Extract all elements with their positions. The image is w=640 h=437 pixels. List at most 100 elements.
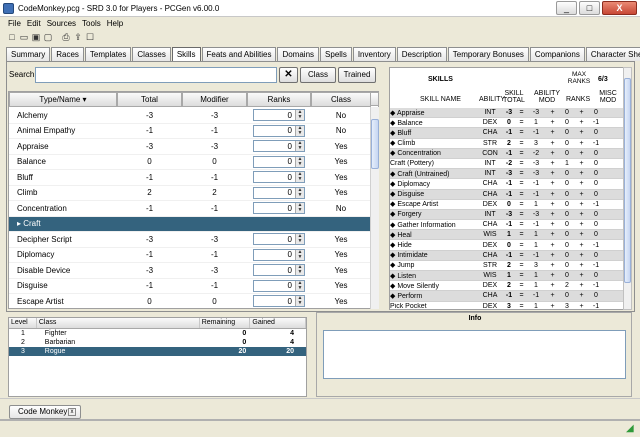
skills-scroll-thumb[interactable] bbox=[371, 119, 379, 169]
tab-races[interactable]: Races bbox=[51, 47, 84, 61]
col-modifier[interactable]: Modifier bbox=[182, 92, 247, 107]
stepper-arrows-icon[interactable]: ▲ ▼ bbox=[295, 125, 304, 136]
sheet-skill-name: ◆ Move Silently bbox=[390, 282, 439, 290]
col-level[interactable]: Level bbox=[9, 318, 37, 328]
table-row[interactable]: Concentration -1 -1 0 ▲ ▼ No bbox=[9, 201, 371, 217]
menu-sources[interactable]: Sources bbox=[47, 19, 76, 28]
col-total[interactable]: Total bbox=[117, 92, 182, 107]
sheet-row: ◆ Heal WIS 1 = 1 +0 +0 bbox=[390, 230, 625, 241]
stepper-arrows-icon[interactable]: ▲ ▼ bbox=[295, 249, 304, 260]
col-gained[interactable]: Gained bbox=[250, 318, 306, 328]
ranks-stepper[interactable]: 0 ▲ ▼ bbox=[253, 295, 305, 308]
ranks-stepper[interactable]: 0 ▲ ▼ bbox=[253, 124, 305, 137]
sheet-row: ◆ Craft (Untrained) INT -3 = -3 +0 +0 bbox=[390, 169, 625, 180]
ranks-stepper[interactable]: 0 ▲ ▼ bbox=[253, 202, 305, 215]
stepper-arrows-icon[interactable]: ▲ ▼ bbox=[295, 172, 304, 183]
sheet-misc: -1 bbox=[592, 119, 600, 127]
menu-help[interactable]: Help bbox=[107, 19, 123, 28]
close-character-icon[interactable]: x bbox=[68, 408, 76, 416]
table-row[interactable]: Diplomacy -1 -1 0 ▲ ▼ Yes bbox=[9, 247, 371, 263]
tab-inventory[interactable]: Inventory bbox=[352, 47, 396, 61]
sheet-misc: 0 bbox=[594, 210, 598, 218]
stepper-arrows-icon[interactable]: ▲ ▼ bbox=[295, 265, 304, 276]
stepper-arrows-icon[interactable]: ▲ ▼ bbox=[295, 187, 304, 198]
new-icon[interactable]: □ bbox=[7, 32, 17, 42]
table-corner-button[interactable] bbox=[370, 92, 379, 106]
skills-scrollbar[interactable] bbox=[370, 107, 379, 309]
ranks-stepper[interactable]: 0 ▲ ▼ bbox=[253, 279, 305, 292]
sheet-scrollbar[interactable] bbox=[623, 67, 632, 310]
ranks-stepper[interactable]: 0 ▲ ▼ bbox=[253, 109, 305, 122]
class-filter-button[interactable]: Class bbox=[300, 67, 336, 83]
ranks-stepper[interactable]: 0 ▲ ▼ bbox=[253, 248, 305, 261]
sheet-scroll-thumb[interactable] bbox=[624, 78, 631, 283]
tab-feats[interactable]: Feats and Abilities bbox=[201, 47, 277, 61]
table-row[interactable]: Decipher Script -3 -3 0 ▲ ▼ Yes bbox=[9, 232, 371, 248]
party-icon[interactable]: ☐ bbox=[85, 32, 95, 42]
tab-domains[interactable]: Domains bbox=[277, 47, 320, 61]
clear-search-button[interactable]: ✕ bbox=[279, 67, 298, 83]
main-tabs: Summary Races Templates Classes Skills F… bbox=[6, 47, 640, 61]
table-row[interactable]: Balance 0 0 0 ▲ ▼ Yes bbox=[9, 154, 371, 170]
tab-character-sheet[interactable]: Character Sheet bbox=[585, 47, 640, 61]
close-file-icon[interactable]: ▢ bbox=[43, 32, 53, 42]
col-type-name[interactable]: Type/Name ▾ bbox=[9, 92, 117, 107]
col-class[interactable]: Class bbox=[311, 92, 371, 107]
maximize-button[interactable]: □ bbox=[579, 1, 600, 15]
skill-name: Balance bbox=[17, 157, 46, 167]
table-row[interactable]: Appraise -3 -3 0 ▲ ▼ Yes bbox=[9, 139, 371, 155]
stepper-arrows-icon[interactable]: ▲ ▼ bbox=[295, 203, 304, 214]
tab-skills[interactable]: Skills bbox=[171, 47, 201, 61]
menu-file[interactable]: File bbox=[8, 19, 21, 28]
sheet-ability: CHA bbox=[482, 292, 498, 300]
menu-edit[interactable]: Edit bbox=[27, 19, 41, 28]
ranks-stepper[interactable]: 0 ▲ ▼ bbox=[253, 264, 305, 277]
stepper-arrows-icon[interactable]: ▲ ▼ bbox=[295, 296, 304, 307]
table-row[interactable]: ▸ Craft bbox=[9, 216, 371, 232]
tab-spells[interactable]: Spells bbox=[320, 47, 352, 61]
character-tab[interactable]: Code Monkey x bbox=[9, 405, 81, 419]
open-icon[interactable]: ▭ bbox=[19, 32, 29, 42]
table-row[interactable]: Climb 2 2 0 ▲ ▼ Yes bbox=[9, 185, 371, 201]
tab-temporary-bonuses[interactable]: Temporary Bonuses bbox=[447, 47, 529, 61]
level-row[interactable]: 3 Rogue 20 20 bbox=[9, 347, 306, 356]
resize-grip-icon[interactable]: ◢ bbox=[626, 424, 638, 436]
col-level-class[interactable]: Class bbox=[37, 318, 200, 328]
tab-summary[interactable]: Summary bbox=[6, 47, 51, 61]
level-table: Level Class Remaining Gained 1 Fighter 0 4 2… bbox=[8, 317, 307, 397]
print-icon[interactable]: ⎙ bbox=[61, 32, 71, 42]
level-row[interactable]: 2 Barbarian 0 4 bbox=[9, 338, 306, 347]
menu-tools[interactable]: Tools bbox=[82, 19, 101, 28]
ranks-stepper[interactable]: 0 ▲ ▼ bbox=[253, 233, 305, 246]
col-remaining[interactable]: Remaining bbox=[200, 318, 251, 328]
tab-templates[interactable]: Templates bbox=[84, 47, 132, 61]
level-row[interactable]: 1 Fighter 0 4 bbox=[9, 329, 306, 338]
table-row[interactable]: Disable Device -3 -3 0 ▲ ▼ Yes bbox=[9, 263, 371, 279]
search-input[interactable] bbox=[35, 67, 277, 83]
tab-classes[interactable]: Classes bbox=[132, 47, 171, 61]
splitter[interactable] bbox=[381, 67, 388, 311]
save-icon[interactable]: ▣ bbox=[31, 32, 41, 42]
table-row[interactable]: Alchemy -3 -3 0 ▲ ▼ No bbox=[9, 108, 371, 124]
trained-filter-button[interactable]: Trained bbox=[338, 67, 376, 83]
close-button[interactable]: X bbox=[602, 1, 637, 15]
col-ranks[interactable]: Ranks bbox=[247, 92, 311, 107]
minimize-button[interactable]: _ bbox=[556, 1, 577, 15]
tab-description[interactable]: Description bbox=[396, 47, 447, 61]
tab-companions[interactable]: Companions bbox=[529, 47, 585, 61]
table-row[interactable]: Escape Artist 0 0 0 ▲ ▼ Yes bbox=[9, 294, 371, 308]
stepper-arrows-icon[interactable]: ▲ ▼ bbox=[295, 156, 304, 167]
stepper-arrows-icon[interactable]: ▲ ▼ bbox=[295, 280, 304, 291]
table-row[interactable]: Bluff -1 -1 0 ▲ ▼ Yes bbox=[9, 170, 371, 186]
ranks-stepper[interactable]: 0 ▲ ▼ bbox=[253, 155, 305, 168]
stepper-arrows-icon[interactable]: ▲ ▼ bbox=[295, 234, 304, 245]
stepper-arrows-icon[interactable]: ▲ ▼ bbox=[295, 110, 304, 121]
ranks-stepper[interactable]: 0 ▲ ▼ bbox=[253, 171, 305, 184]
table-row[interactable]: Animal Empathy -1 -1 0 ▲ ▼ No bbox=[9, 123, 371, 139]
ranks-stepper[interactable]: 0 ▲ ▼ bbox=[253, 140, 305, 153]
sheet-ability-mod: -2 bbox=[532, 149, 540, 157]
export-icon[interactable]: ⇪ bbox=[73, 32, 83, 42]
table-row[interactable]: Disguise -1 -1 0 ▲ ▼ Yes bbox=[9, 278, 371, 294]
ranks-stepper[interactable]: 0 ▲ ▼ bbox=[253, 186, 305, 199]
stepper-arrows-icon[interactable]: ▲ ▼ bbox=[295, 141, 304, 152]
